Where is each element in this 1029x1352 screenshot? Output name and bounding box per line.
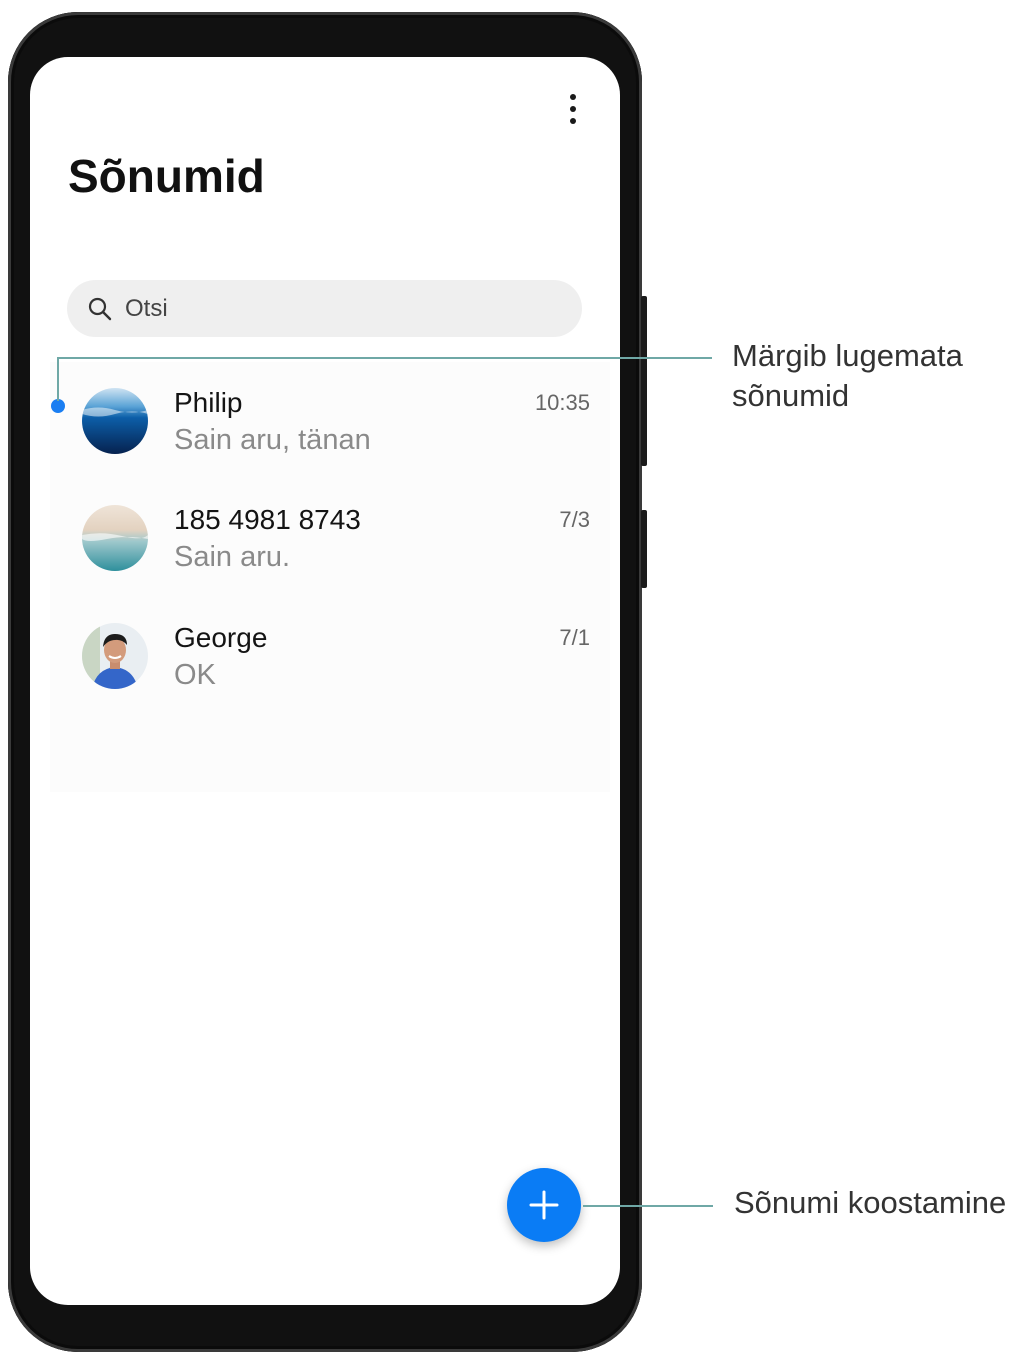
contact-name: George xyxy=(174,622,268,653)
contact-name: 185 4981 8743 xyxy=(174,504,361,535)
power-button xyxy=(641,510,647,588)
unread-indicator xyxy=(51,399,65,413)
conversation-list: Philip Sain aru, tänan 10:35 185 4981 87… xyxy=(50,362,610,792)
compose-message-button[interactable] xyxy=(507,1168,581,1242)
more-dot-icon xyxy=(570,118,576,124)
message-time: 7/1 xyxy=(559,625,590,650)
conversation-item[interactable]: George OK 7/1 xyxy=(50,607,610,717)
search-input[interactable]: Otsi xyxy=(67,280,582,337)
conversation-item[interactable]: 185 4981 8743 Sain aru. 7/3 xyxy=(50,489,610,599)
avatar xyxy=(82,505,148,571)
messages-screen: Sõnumid Otsi Philip Sain aru, tänan 10:3… xyxy=(30,57,620,1305)
avatar xyxy=(82,388,148,454)
callout-line-unread-vertical xyxy=(57,357,59,401)
more-options-button[interactable] xyxy=(555,85,591,133)
message-preview: Sain aru, tänan xyxy=(174,424,371,456)
more-dot-icon xyxy=(570,94,576,100)
compose-annotation: Sõnumi koostamine xyxy=(734,1185,1007,1220)
message-time: 10:35 xyxy=(534,390,590,415)
avatar xyxy=(82,623,148,689)
callout-line-unread xyxy=(57,357,712,359)
conversation-item[interactable]: Philip Sain aru, tänan 10:35 xyxy=(50,372,610,482)
message-preview: Sain aru. xyxy=(174,541,291,573)
unread-annotation: Märgib lugemata sõnumid xyxy=(732,338,963,413)
message-preview: OK xyxy=(174,659,216,691)
contact-name: Philip xyxy=(174,387,243,418)
search-placeholder: Otsi xyxy=(125,294,168,322)
more-dot-icon xyxy=(570,106,576,112)
page-title: Sõnumid xyxy=(68,150,265,202)
callout-line-compose xyxy=(583,1205,713,1207)
search-icon xyxy=(88,297,112,320)
volume-button xyxy=(641,296,647,466)
message-time: 7/3 xyxy=(559,507,590,532)
plus-icon xyxy=(529,1190,559,1220)
